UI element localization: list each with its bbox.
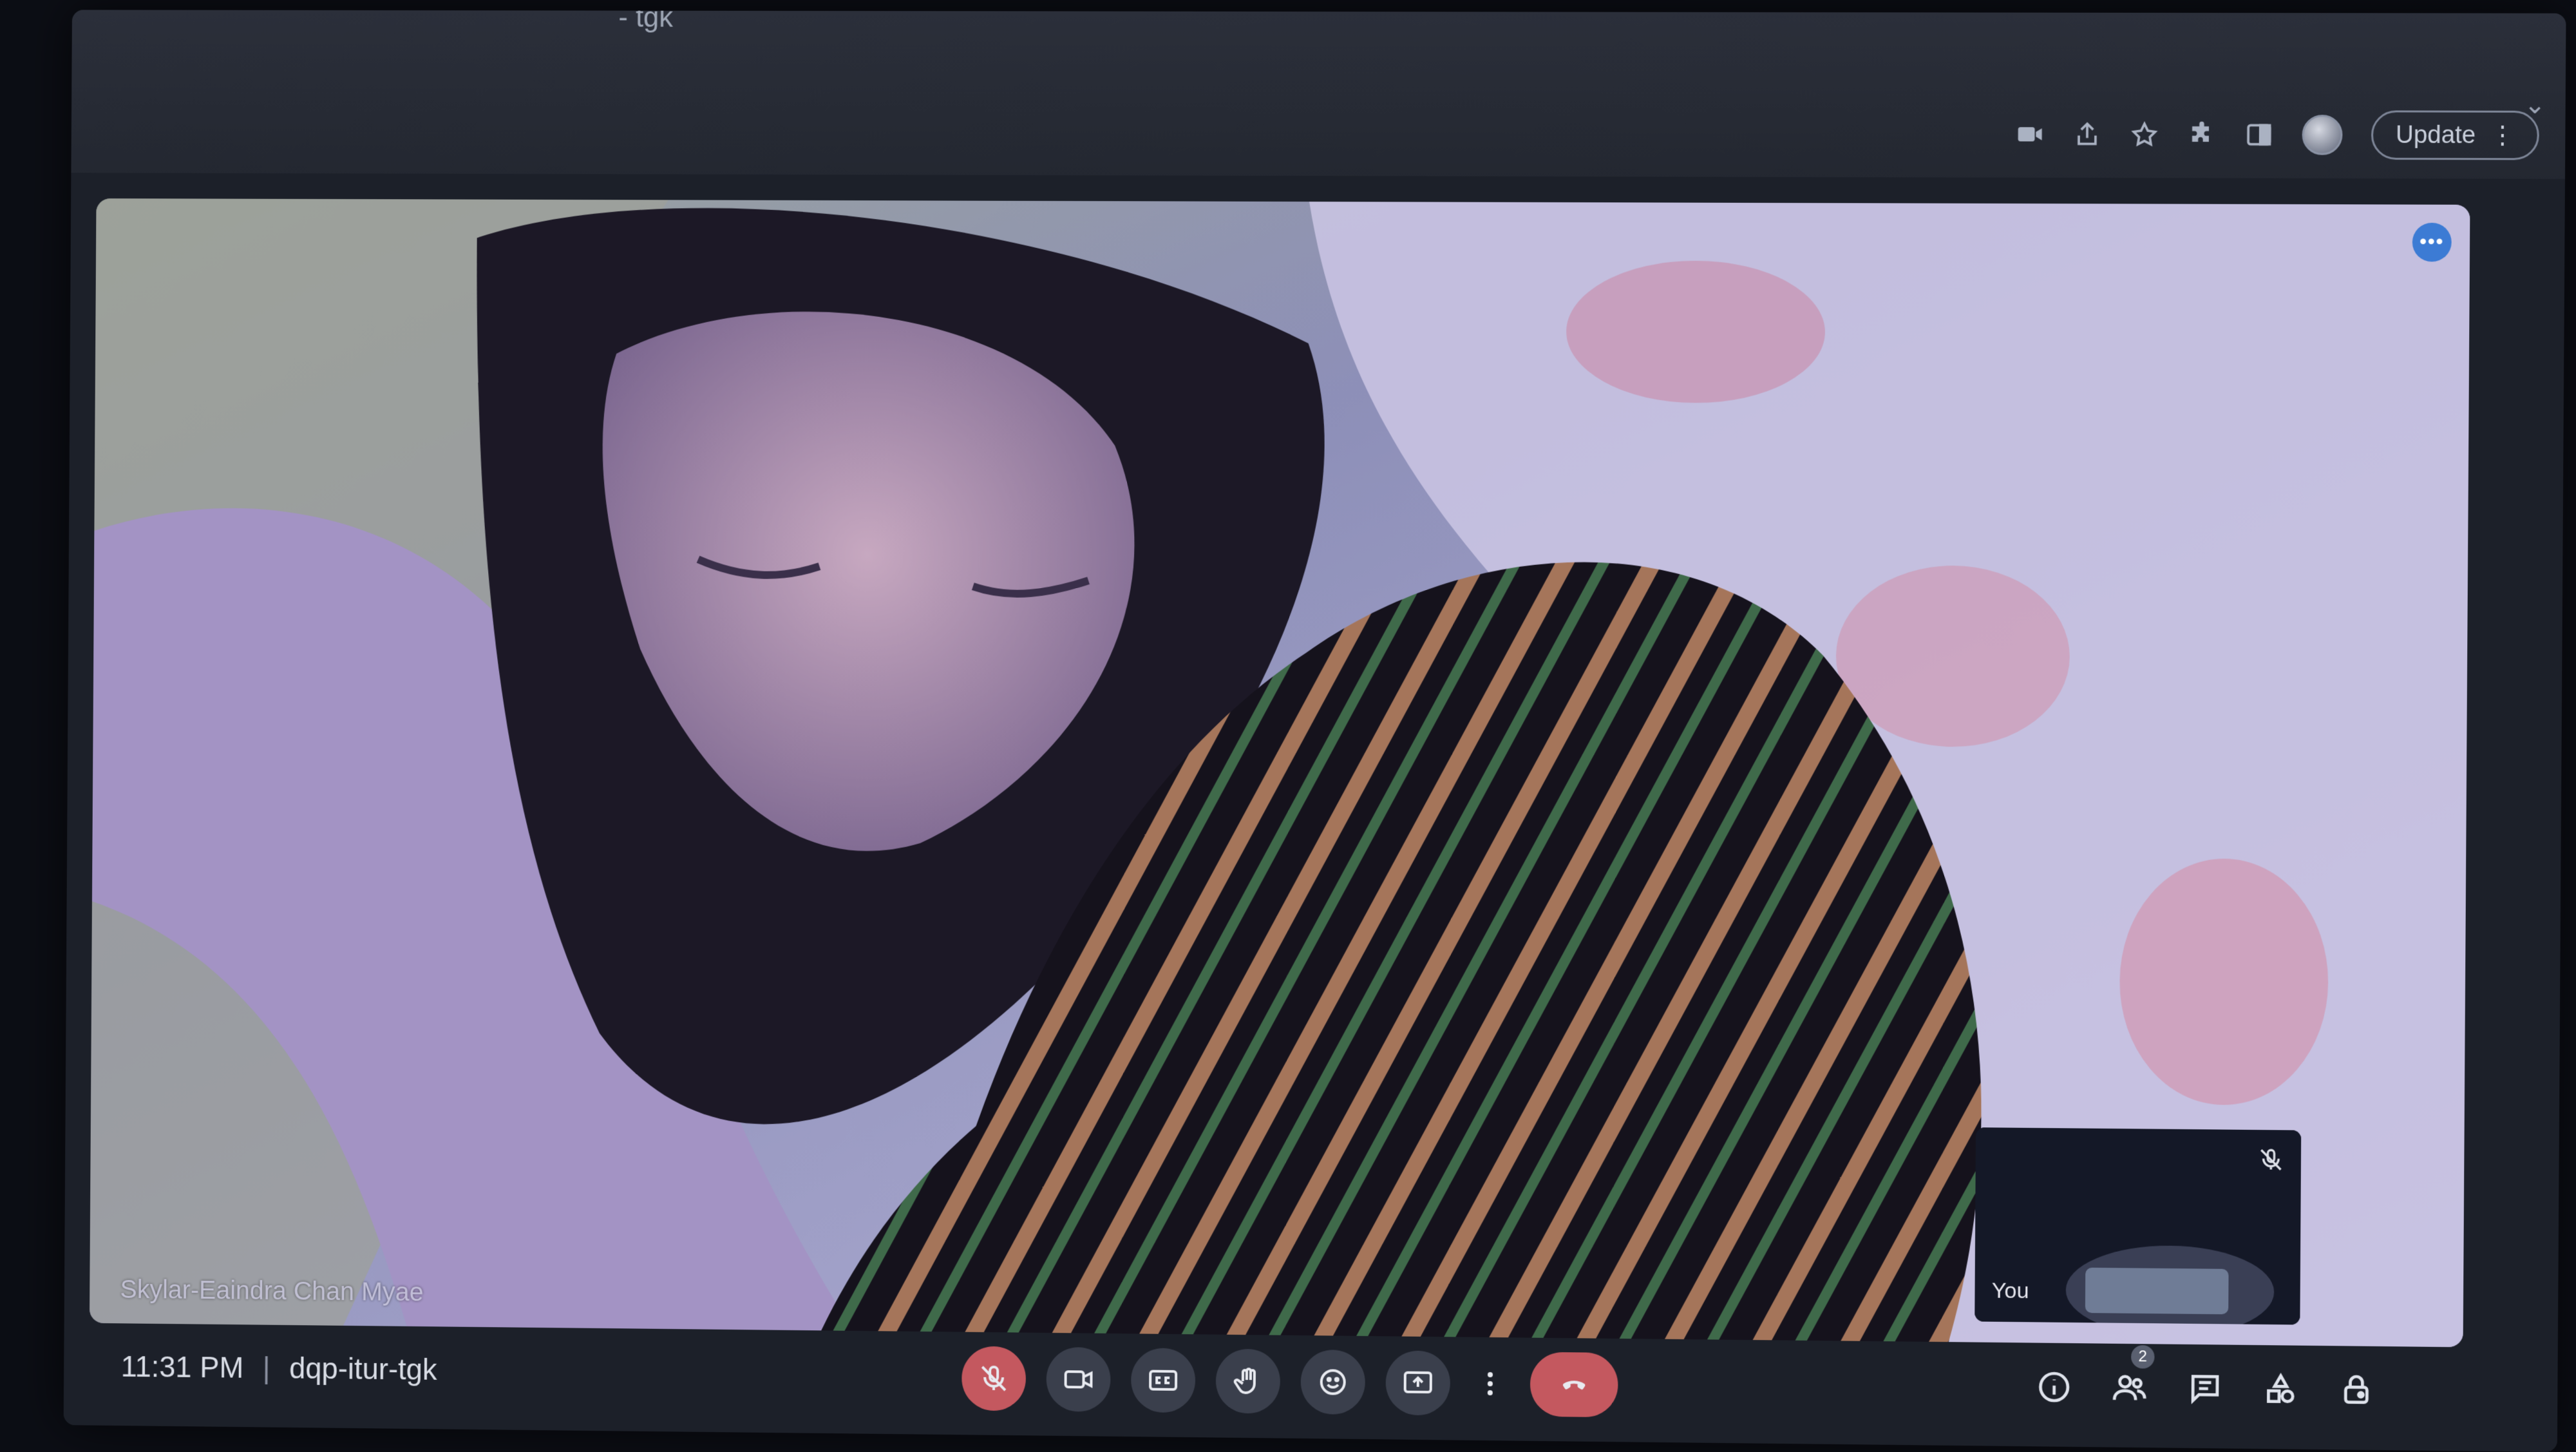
extensions-icon[interactable] — [2188, 120, 2217, 149]
update-button[interactable]: Update ⋮ — [2371, 110, 2539, 160]
camera-icon — [1063, 1364, 1094, 1395]
meeting-info: 11:31 PM | dqp-itur-tgk — [121, 1349, 437, 1387]
profile-avatar[interactable] — [2302, 115, 2343, 155]
monitor-screen: - tgk ⌄ Update ⋮ Skylar-Eaindra Chan Mya… — [64, 10, 2566, 1452]
speaker-name: Skylar-Eaindra Chan Myae — [120, 1275, 423, 1307]
meeting-details-button[interactable] — [2036, 1369, 2072, 1406]
raise-hand-button[interactable] — [1216, 1349, 1280, 1414]
host-controls-button[interactable] — [2338, 1372, 2374, 1409]
present-button[interactable] — [1385, 1350, 1450, 1415]
side-panel-icon[interactable] — [2245, 120, 2274, 149]
present-icon — [1403, 1368, 1434, 1399]
meeting-code[interactable]: dqp-itur-tgk — [289, 1351, 437, 1387]
more-options-button[interactable] — [1471, 1352, 1510, 1417]
bookmark-star-icon[interactable] — [2130, 120, 2159, 149]
right-controls: 2 — [2036, 1369, 2374, 1409]
chat-button[interactable] — [2187, 1370, 2224, 1407]
more-vert-icon — [1475, 1368, 1506, 1400]
meeting-time: 11:31 PM — [121, 1349, 244, 1385]
info-icon — [2036, 1369, 2072, 1406]
share-icon[interactable] — [2073, 120, 2102, 148]
update-label: Update — [2396, 121, 2476, 149]
chat-icon — [2187, 1370, 2224, 1407]
mic-off-icon — [978, 1363, 1009, 1394]
self-label: You — [1992, 1278, 2029, 1304]
participant-count-badge: 2 — [2131, 1345, 2155, 1369]
camera-toggle-button[interactable] — [1046, 1347, 1110, 1412]
raise-hand-icon — [1233, 1366, 1264, 1397]
people-icon — [2111, 1370, 2148, 1406]
center-controls — [961, 1346, 1618, 1418]
browser-tools: Update ⋮ — [2016, 110, 2539, 160]
more-horizontal-icon[interactable]: ••• — [2412, 223, 2452, 262]
captions-button[interactable] — [1131, 1348, 1195, 1413]
mic-toggle-button[interactable] — [961, 1346, 1026, 1411]
people-button[interactable]: 2 — [2111, 1370, 2148, 1406]
activities-button[interactable] — [2262, 1371, 2299, 1408]
host-controls-icon — [2338, 1372, 2374, 1409]
info-separator: | — [263, 1350, 270, 1385]
emoji-icon — [1318, 1366, 1349, 1398]
mic-off-icon — [2258, 1147, 2284, 1173]
meet-surface: Skylar-Eaindra Chan Myae ••• You 11:31 P… — [64, 173, 2565, 1452]
main-video-tile[interactable]: Skylar-Eaindra Chan Myae ••• You — [90, 198, 2470, 1347]
activities-icon — [2262, 1371, 2299, 1408]
leave-call-button[interactable] — [1530, 1352, 1618, 1418]
captions-icon — [1148, 1364, 1179, 1395]
camera-in-use-icon[interactable] — [2016, 120, 2045, 148]
hangup-icon — [1558, 1369, 1589, 1400]
tab-title[interactable]: - tgk — [618, 10, 673, 33]
kebab-icon: ⋮ — [2490, 120, 2515, 149]
self-view-tile[interactable]: You — [1975, 1127, 2301, 1324]
reactions-button[interactable] — [1300, 1350, 1365, 1415]
